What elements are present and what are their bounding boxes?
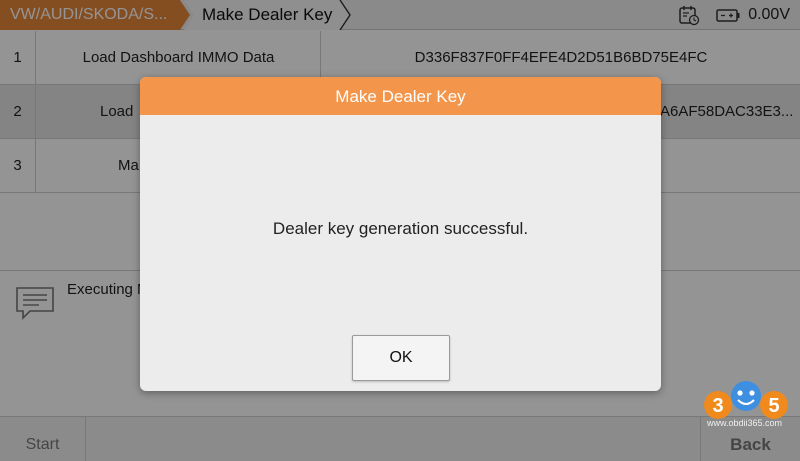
svg-text:5: 5	[768, 395, 779, 417]
svg-text:3: 3	[712, 395, 723, 417]
dialog-title: Make Dealer Key	[140, 77, 661, 115]
watermark-url: www.obdii365.com	[707, 418, 783, 428]
dealer-key-dialog: Make Dealer Key Dealer key generation su…	[140, 77, 661, 391]
ok-button[interactable]: OK	[352, 335, 450, 381]
dialog-message: Dealer key generation successful.	[272, 219, 529, 238]
